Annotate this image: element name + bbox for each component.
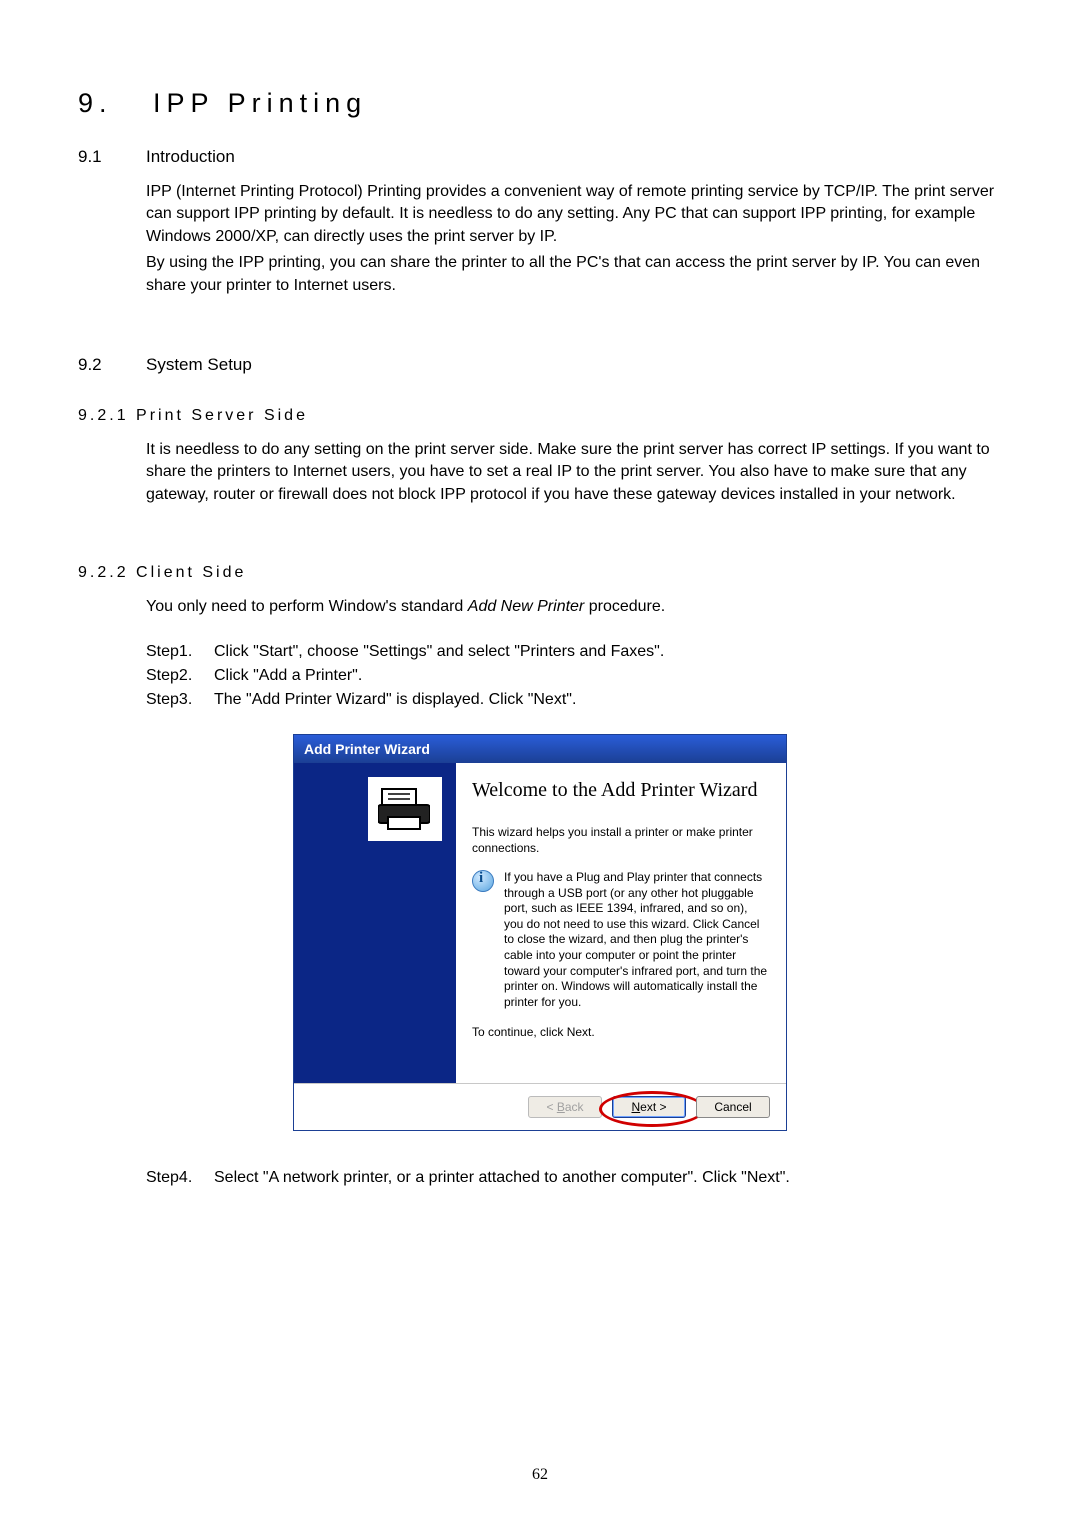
step-row: Step1. Click "Start", choose "Settings" … [146, 641, 1002, 663]
steps-list: Step1. Click "Start", choose "Settings" … [146, 641, 1002, 712]
wizard-footer: < Back Next > Cancel [294, 1083, 786, 1130]
text: ack [565, 1100, 584, 1114]
step-row: Step3. The "Add Printer Wizard" is displ… [146, 689, 1002, 711]
text-underline: N [631, 1100, 640, 1114]
document-page: 9. IPP Printing 9.1 Introduction IPP (In… [0, 0, 1080, 1528]
paragraph: You only need to perform Window's standa… [146, 596, 1002, 618]
info-icon [472, 870, 494, 892]
wizard-titlebar: Add Printer Wizard [294, 735, 786, 763]
text: Cancel [714, 1100, 751, 1114]
section-title: Introduction [146, 147, 235, 167]
wizard-body: Welcome to the Add Printer Wizard This w… [294, 763, 786, 1083]
step-text: Click "Add a Printer". [214, 665, 362, 687]
section-title: System Setup [146, 355, 252, 375]
section-number: 9.1 [78, 147, 120, 167]
page-number: 62 [0, 1466, 1080, 1484]
subsection-9-2-2-heading: 9.2.2 Client Side [78, 564, 1002, 582]
step-row: Step2. Click "Add a Printer". [146, 665, 1002, 687]
text-italic: Add New Printer [468, 598, 585, 615]
paragraph: By using the IPP printing, you can share… [146, 252, 1002, 297]
wizard-sidebar [294, 763, 456, 1083]
subsection-9-2-2-intro: You only need to perform Window's standa… [146, 596, 1002, 618]
step-label: Step4. [146, 1167, 202, 1189]
text-underline: B [557, 1100, 565, 1114]
wizard-content: Welcome to the Add Printer Wizard This w… [456, 763, 786, 1083]
step-text: Select "A network printer, or a printer … [214, 1167, 790, 1189]
chapter-number: 9. [78, 88, 113, 118]
text: procedure. [584, 598, 665, 615]
back-button: < Back [528, 1096, 602, 1118]
subsection-9-2-1-heading: 9.2.1 Print Server Side [78, 407, 1002, 425]
paragraph: IPP (Internet Printing Protocol) Printin… [146, 181, 1002, 248]
step-text: The "Add Printer Wizard" is displayed. C… [214, 689, 576, 711]
section-number: 9.2 [78, 355, 120, 375]
wizard-info-block: If you have a Plug and Play printer that… [472, 870, 768, 1010]
wizard-info-text: If you have a Plug and Play printer that… [504, 870, 768, 1010]
subsection-9-2-1-body: It is needless to do any setting on the … [146, 439, 1002, 506]
section-9-1-body: IPP (Internet Printing Protocol) Printin… [146, 181, 1002, 297]
wizard-continue-text: To continue, click Next. [472, 1024, 768, 1040]
step-label: Step2. [146, 665, 202, 687]
cancel-button[interactable]: Cancel [696, 1096, 770, 1118]
step-row: Step4. Select "A network printer, or a p… [146, 1167, 1002, 1189]
wizard-heading: Welcome to the Add Printer Wizard [472, 779, 768, 802]
text: < [546, 1100, 556, 1114]
next-button[interactable]: Next > [612, 1096, 686, 1118]
text: You only need to perform Window's standa… [146, 598, 468, 615]
step-label: Step1. [146, 641, 202, 663]
chapter-name: IPP Printing [153, 88, 367, 118]
wizard-printer-icon [368, 777, 442, 841]
step-text: Click "Start", choose "Settings" and sel… [214, 641, 664, 663]
printer-icon [378, 787, 430, 831]
section-9-1-heading: 9.1 Introduction [78, 147, 1002, 167]
section-9-2-heading: 9.2 System Setup [78, 355, 1002, 375]
add-printer-wizard-dialog: Add Printer Wizard Welcom [293, 734, 787, 1131]
text: ext > [640, 1100, 666, 1114]
chapter-title: 9. IPP Printing [78, 88, 1002, 119]
step-label: Step3. [146, 689, 202, 711]
wizard-intro-text: This wizard helps you install a printer … [472, 824, 768, 856]
paragraph: It is needless to do any setting on the … [146, 439, 1002, 506]
steps-list-continued: Step4. Select "A network printer, or a p… [146, 1167, 1002, 1189]
